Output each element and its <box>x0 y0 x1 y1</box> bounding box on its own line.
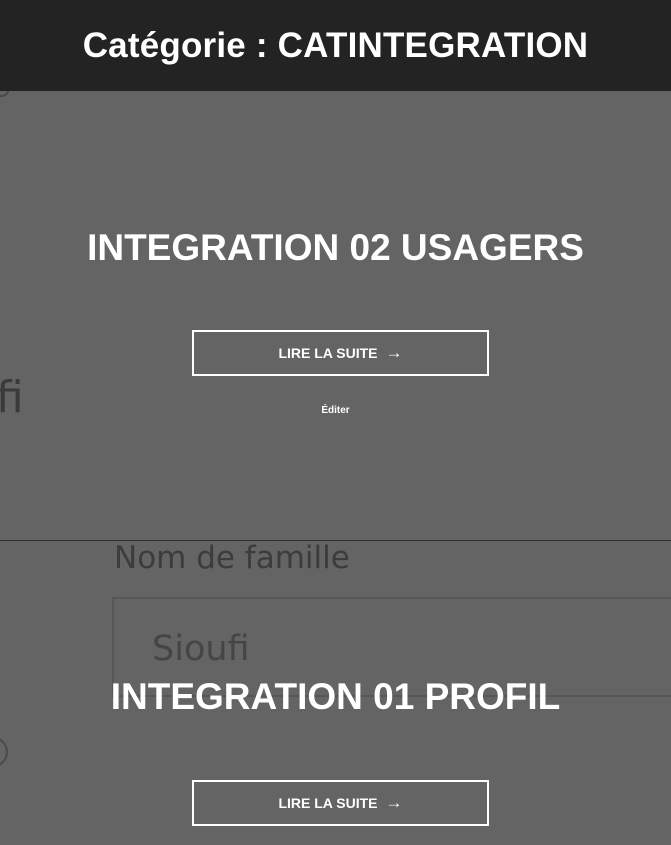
post-divider <box>0 540 671 541</box>
background-field-value: Sioufi <box>152 629 250 669</box>
category-header: Catégorie : CATINTEGRATION <box>0 0 671 91</box>
page-title: Catégorie : CATINTEGRATION <box>82 25 589 65</box>
post-title[interactable]: INTEGRATION 02 USAGERS <box>0 227 671 269</box>
read-more-label: LIRE LA SUITE <box>278 795 378 811</box>
arrow-right-icon: → <box>385 343 403 362</box>
read-more-button[interactable]: LIRE LA SUITE → <box>192 780 489 826</box>
category-page: Catégorie : CATINTEGRATION fi INTEGRATIO… <box>0 0 671 845</box>
post-card: Nom de famille Sioufi INTEGRATION 01 PRO… <box>0 541 671 845</box>
read-more-button[interactable]: LIRE LA SUITE → <box>192 330 489 376</box>
arrow-right-icon: → <box>385 793 403 812</box>
post-card: fi INTEGRATION 02 USAGERS LIRE LA SUITE … <box>0 91 671 540</box>
background-circle-shape <box>0 737 8 767</box>
background-circle-shape <box>0 91 10 97</box>
read-more-label: LIRE LA SUITE <box>278 345 378 361</box>
background-field-label: Nom de famille <box>114 541 350 576</box>
edit-link[interactable]: Éditer <box>0 405 671 416</box>
post-title[interactable]: INTEGRATION 01 PROFIL <box>0 676 671 718</box>
